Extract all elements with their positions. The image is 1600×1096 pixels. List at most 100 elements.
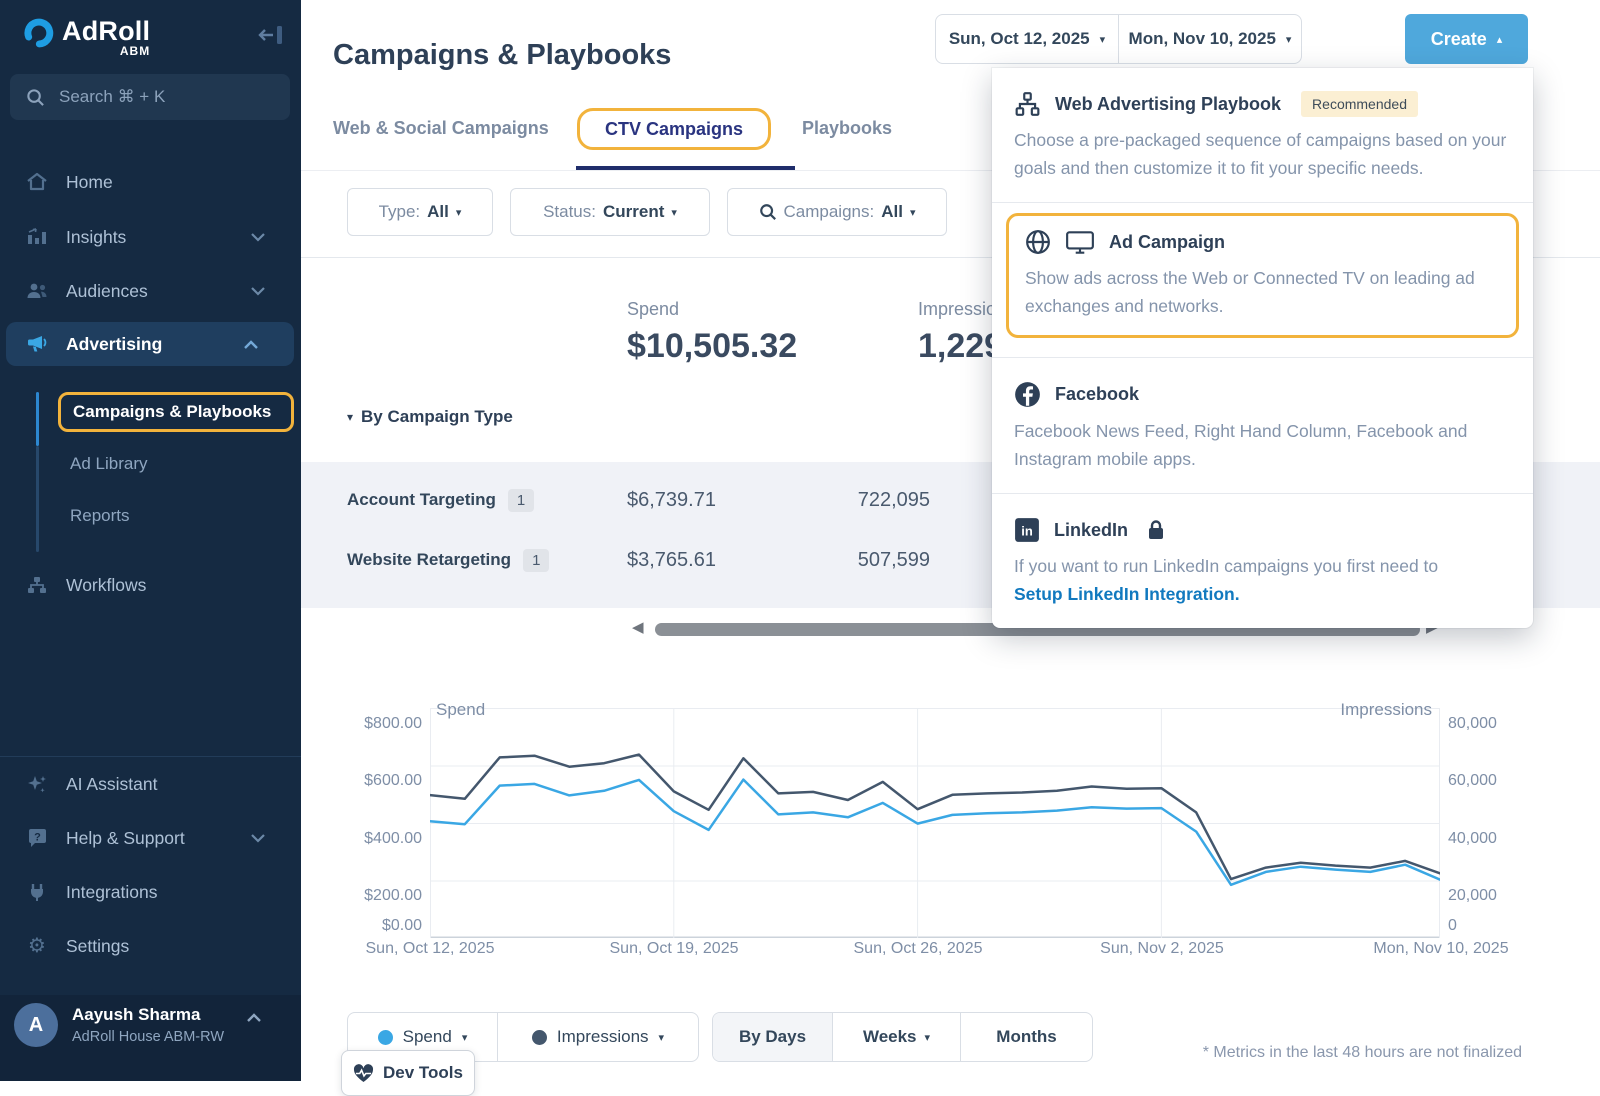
- y-axis-tick: 0: [1448, 917, 1528, 935]
- caret-down-icon: ▾: [925, 1031, 931, 1044]
- avatar: A: [14, 1003, 58, 1047]
- caret-down-icon: ▾: [1100, 33, 1106, 46]
- table-row-label[interactable]: Account Targeting 1: [347, 486, 534, 514]
- y-axis-tick: $200.00: [336, 887, 422, 905]
- type-filter[interactable]: Type: All ▾: [347, 188, 493, 236]
- globe-icon: [1025, 229, 1051, 255]
- sidebar: AdRoll ABM Search ⌘ + K Home Insights Au…: [0, 0, 301, 1081]
- sidebar-item-campaigns-playbooks[interactable]: Campaigns & Playbooks: [58, 392, 294, 432]
- months-button[interactable]: Months: [960, 1013, 1092, 1061]
- caret-down-icon: ▾: [462, 1031, 468, 1044]
- by-days-button[interactable]: By Days: [713, 1013, 832, 1061]
- impressions-series-toggle[interactable]: Impressions ▾: [497, 1013, 698, 1061]
- plug-icon: [24, 882, 50, 902]
- count-badge: 1: [508, 489, 534, 512]
- create-dropdown-menu: Web Advertising Playbook Recommended Cho…: [992, 68, 1533, 628]
- sitemap-icon: [1014, 91, 1041, 117]
- dev-tools-button[interactable]: Dev Tools: [341, 1050, 475, 1096]
- insights-icon: [24, 227, 50, 247]
- status-filter[interactable]: Status: Current ▾: [510, 188, 710, 236]
- start-date-picker[interactable]: Sun, Oct 12, 2025 ▾: [936, 15, 1118, 63]
- sidebar-item-insights[interactable]: Insights: [0, 215, 301, 259]
- menu-item-facebook[interactable]: Facebook Facebook News Feed, Right Hand …: [992, 358, 1533, 493]
- search-icon: [26, 88, 45, 107]
- linkedin-icon: in: [1014, 517, 1040, 543]
- sparkles-icon: [24, 773, 50, 795]
- subnav-track: [36, 446, 39, 552]
- sidebar-item-ai-assistant[interactable]: AI Assistant: [0, 762, 301, 806]
- menu-item-linkedin[interactable]: in LinkedIn If you want to run LinkedIn …: [992, 494, 1533, 628]
- adroll-logo-icon: [22, 17, 54, 49]
- ad-campaign-highlight: Ad Campaign Show ads across the Web or C…: [1006, 213, 1519, 338]
- x-axis-tick: Sun, Oct 19, 2025: [610, 940, 739, 958]
- metrics-footnote: * Metrics in the last 48 hours are not f…: [1203, 1044, 1522, 1062]
- svg-text:in: in: [1021, 523, 1033, 538]
- spend-impressions-chart[interactable]: [430, 708, 1440, 938]
- y-axis-tick: 80,000: [1448, 715, 1528, 733]
- weeks-button[interactable]: Weeks ▾: [832, 1013, 960, 1061]
- home-icon: [24, 172, 50, 192]
- scroll-left-icon[interactable]: ◀: [632, 618, 644, 636]
- sidebar-item-audiences[interactable]: Audiences: [0, 269, 301, 313]
- chevron-up-icon: [247, 1013, 261, 1022]
- tab-web-social-campaigns[interactable]: Web & Social Campaigns: [333, 118, 549, 139]
- menu-item-web-advertising-playbook[interactable]: Web Advertising Playbook Recommended Cho…: [992, 68, 1533, 202]
- impressions-dot-icon: [532, 1030, 547, 1045]
- caret-down-icon: ▾: [659, 1031, 665, 1044]
- page-title: Campaigns & Playbooks: [333, 39, 671, 72]
- granularity-control: By Days Weeks ▾ Months: [712, 1012, 1093, 1062]
- adroll-logo[interactable]: AdRoll ABM: [22, 16, 150, 58]
- sidebar-divider: [0, 756, 301, 757]
- sidebar-item-settings[interactable]: ⚙ Settings: [0, 924, 301, 968]
- caret-down-icon: ▾: [1286, 33, 1292, 46]
- y-axis-tick: $400.00: [336, 830, 422, 848]
- create-button[interactable]: Create ▴: [1405, 14, 1528, 64]
- menu-item-ad-campaign[interactable]: Ad Campaign Show ads across the Web or C…: [992, 203, 1533, 357]
- search-placeholder: Search ⌘ + K: [59, 87, 165, 107]
- sidebar-item-workflows[interactable]: Workflows: [0, 563, 301, 607]
- heart-pulse-icon: [353, 1064, 374, 1083]
- x-axis-tick: Sun, Oct 12, 2025: [366, 940, 495, 958]
- date-range-picker: Sun, Oct 12, 2025 ▾ Mon, Nov 10, 2025 ▾: [935, 14, 1302, 64]
- campaigns-filter[interactable]: Campaigns: All ▾: [727, 188, 947, 236]
- chart-right-axis-title: Impressions: [1232, 700, 1432, 720]
- sidebar-item-help-support[interactable]: ? Help & Support: [0, 816, 301, 860]
- caret-up-icon: ▴: [1497, 33, 1503, 46]
- tab-playbooks[interactable]: Playbooks: [802, 118, 892, 139]
- sidebar-item-home[interactable]: Home: [0, 160, 301, 204]
- table-row-label[interactable]: Website Retargeting 1: [347, 546, 549, 574]
- monitor-icon: [1065, 229, 1095, 255]
- sidebar-item-advertising[interactable]: Advertising: [6, 322, 294, 366]
- end-date-picker[interactable]: Mon, Nov 10, 2025 ▾: [1118, 15, 1301, 63]
- chart-left-axis-title: Spend: [436, 700, 485, 720]
- sidebar-collapse-icon[interactable]: [258, 24, 286, 46]
- y-axis-tick: 60,000: [1448, 772, 1528, 790]
- chevron-down-icon: [251, 287, 265, 296]
- search-input[interactable]: Search ⌘ + K: [10, 74, 290, 120]
- svg-text:?: ?: [34, 832, 41, 844]
- chevron-up-icon: [244, 340, 258, 349]
- caret-down-icon: ▾: [456, 206, 462, 219]
- brand-sub: ABM: [62, 44, 150, 58]
- sidebar-item-reports[interactable]: Reports: [58, 496, 294, 536]
- workflows-icon: [24, 575, 50, 595]
- gear-icon: ⚙: [24, 936, 50, 956]
- recommended-badge: Recommended: [1301, 91, 1418, 117]
- sidebar-item-ad-library[interactable]: Ad Library: [58, 444, 294, 484]
- y-axis-tick: 40,000: [1448, 830, 1528, 848]
- tab-ctv-campaigns[interactable]: CTV Campaigns: [577, 108, 771, 150]
- spend-dot-icon: [378, 1030, 393, 1045]
- caret-down-icon: ▾: [910, 206, 916, 219]
- table-row-spend: $6,739.71: [627, 486, 716, 514]
- brand-name: AdRoll: [62, 16, 150, 46]
- table-row-impressions: 722,095: [790, 486, 930, 514]
- user-name: Aayush Sharma: [72, 1005, 201, 1025]
- setup-linkedin-link[interactable]: Setup LinkedIn Integration.: [1014, 584, 1240, 604]
- sidebar-item-integrations[interactable]: Integrations: [0, 870, 301, 914]
- y-axis-tick: $0.00: [336, 917, 422, 935]
- spend-stat-value: $10,505.32: [627, 327, 797, 366]
- user-menu[interactable]: A Aayush Sharma AdRoll House ABM-RW: [0, 995, 301, 1081]
- by-campaign-type-toggle[interactable]: ▾ By Campaign Type: [347, 407, 513, 427]
- chevron-down-icon: [251, 233, 265, 242]
- x-axis-tick: Sun, Nov 2, 2025: [1100, 940, 1224, 958]
